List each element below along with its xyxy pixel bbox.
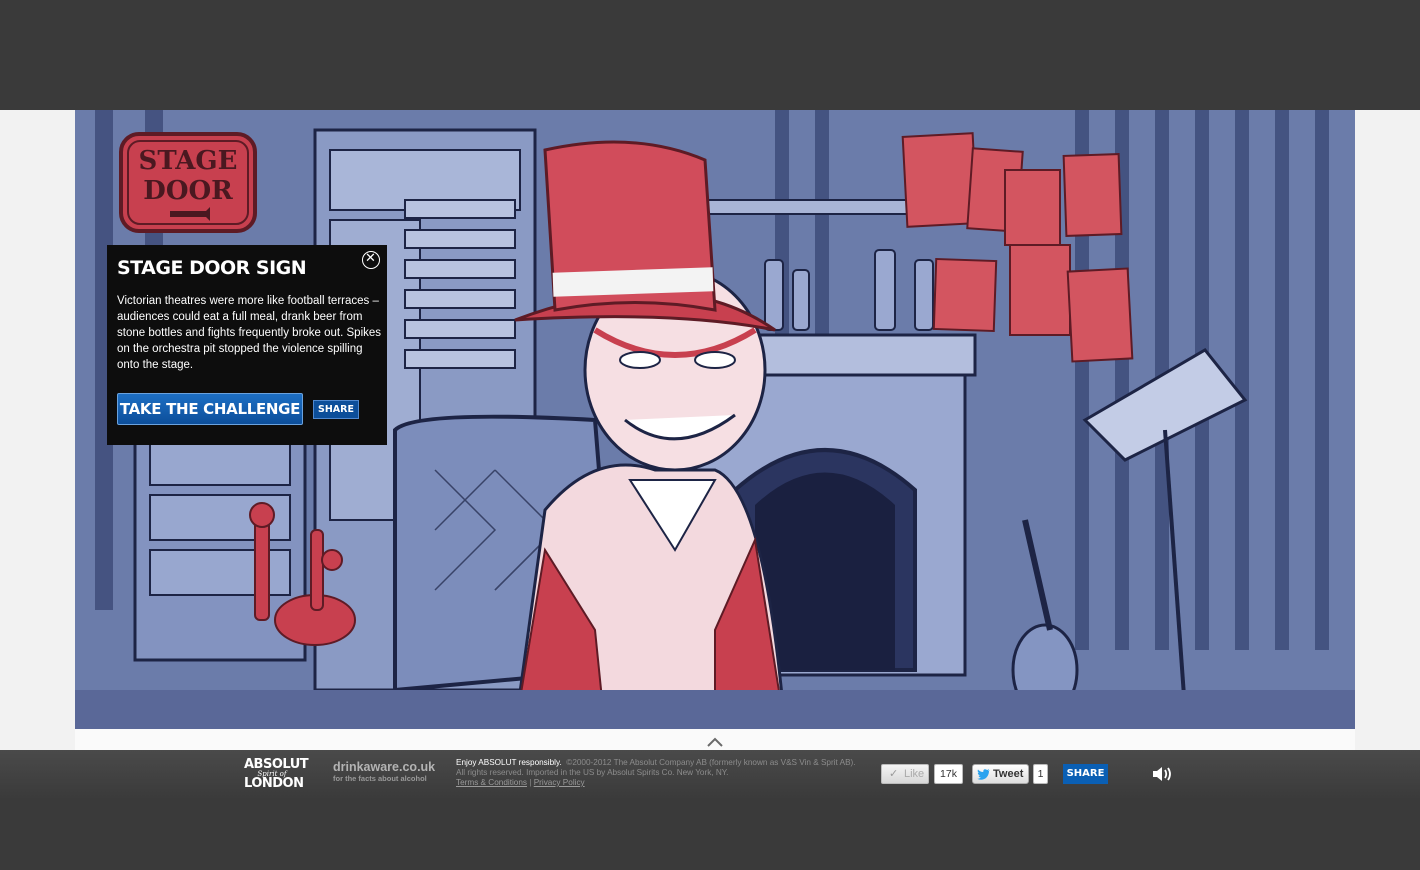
chevron-up-icon[interactable] (706, 736, 724, 748)
tweet-button[interactable]: Tweet (972, 764, 1029, 784)
speaker-icon[interactable] (1151, 765, 1173, 783)
drinkaware-tagline: for the facts about alcohol (333, 774, 427, 783)
popup-title: STAGE DOOR SIGN (117, 257, 307, 279)
tweet-label: Tweet (993, 768, 1024, 780)
popup-share-button[interactable]: SHARE (313, 400, 359, 419)
top-bar (0, 0, 1420, 110)
close-icon[interactable]: ✕ (362, 251, 380, 269)
privacy-link[interactable]: Privacy Policy (534, 778, 585, 787)
stage-door-sign[interactable]: STAGE DOOR (118, 131, 258, 234)
take-the-challenge-button[interactable]: TAKE THE CHALLENGE (117, 393, 303, 425)
legal-lead: Enjoy ABSOLUT responsibly. (456, 758, 562, 767)
checkmark-icon: ✓ (889, 768, 899, 780)
sign-line-1: STAGE (139, 146, 238, 176)
like-label: Like (904, 768, 925, 780)
legal-text: Enjoy ABSOLUT responsibly. ©2000-2012 Th… (456, 758, 866, 788)
twitter-bird-icon (977, 769, 990, 780)
drinkaware-name: drinkaware.co.uk (333, 760, 436, 774)
logo-line-3: LONDON (244, 776, 304, 791)
terms-link[interactable]: Terms & Conditions (456, 778, 527, 787)
facebook-like-button[interactable]: ✓ Like (881, 764, 929, 784)
absolut-london-logo[interactable]: ABSOLUT Spirit of LONDON (244, 758, 309, 791)
info-popup: STAGE DOOR SIGN ✕ Victorian theatres wer… (107, 245, 387, 445)
legal-separator: | (529, 778, 532, 787)
tweet-count: 1 (1033, 764, 1048, 784)
footer-share-button[interactable]: SHARE (1063, 764, 1108, 784)
drinkaware-logo[interactable]: drinkaware.co.uk for the facts about alc… (333, 760, 436, 784)
sign-line-2: DOOR (143, 176, 233, 206)
popup-body-text: Victorian theatres were more like footba… (117, 295, 382, 371)
like-count: 17k (934, 764, 963, 784)
